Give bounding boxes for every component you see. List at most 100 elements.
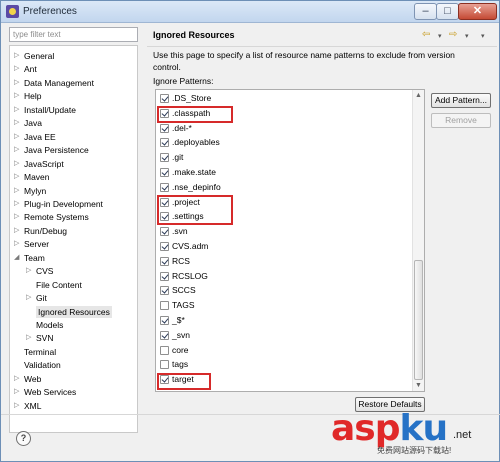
pattern-checkbox[interactable]: [160, 212, 169, 222]
tree-item[interactable]: ▷ Help: [14, 90, 41, 102]
tree-item-label: Models: [36, 320, 64, 330]
maximize-button[interactable]: □: [436, 3, 459, 20]
tree-item[interactable]: File Content: [36, 279, 82, 291]
tree-item-label: Web: [24, 373, 42, 384]
tree-item[interactable]: ▷ Plug-in Development: [14, 198, 103, 210]
scroll-down-icon[interactable]: ▼: [415, 382, 422, 389]
watermark-brand-red: asp: [331, 408, 400, 449]
pattern-checkbox[interactable]: [160, 108, 169, 118]
tree-item[interactable]: ▷ JavaScript: [14, 158, 64, 170]
tree-item[interactable]: ▷ Ant: [14, 63, 37, 75]
tree-item-label: Team: [24, 252, 45, 263]
tree-item-label: SVN: [36, 333, 54, 344]
pattern-checkbox[interactable]: [160, 168, 169, 177]
pattern-checkbox[interactable]: [160, 256, 169, 266]
pattern-checkbox[interactable]: [160, 316, 169, 325]
collapsed-arrow-icon[interactable]: ▷: [26, 332, 34, 344]
tree-item[interactable]: ▷ Maven: [14, 171, 50, 183]
close-button[interactable]: ✕: [458, 3, 497, 20]
tree-item[interactable]: ▷ Install/Update: [14, 104, 76, 116]
minimize-button[interactable]: –: [414, 3, 437, 20]
tree-item[interactable]: ▷ General: [14, 50, 54, 62]
pattern-checkbox[interactable]: [160, 330, 169, 340]
tree-item[interactable]: Models: [36, 319, 63, 331]
scroll-up-icon[interactable]: ▲: [415, 92, 422, 99]
add-pattern-button[interactable]: Add Pattern...: [431, 93, 491, 108]
forward-arrow-icon[interactable]: ⇨: [449, 29, 457, 41]
tree-item[interactable]: ▷ Mylyn: [14, 185, 46, 197]
pattern-label: .deployables: [172, 137, 220, 148]
aspku-watermark-logo: aspku: [331, 408, 448, 449]
forward-menu-chevron-icon[interactable]: ▾: [465, 31, 469, 43]
ignore-patterns-list[interactable]: ▲ ▼ .DS_Store .classpath .del-* .deployable…: [155, 89, 425, 392]
tree-item[interactable]: ◢ Team: [14, 252, 45, 264]
pattern-checkbox[interactable]: [160, 271, 169, 281]
pattern-checkbox[interactable]: [160, 227, 169, 237]
collapsed-arrow-icon[interactable]: ▷: [14, 211, 22, 223]
collapsed-arrow-icon[interactable]: ▷: [14, 373, 22, 385]
tree-item[interactable]: ▷ Remote Systems: [14, 211, 89, 223]
pattern-label: RCS: [172, 255, 190, 266]
tree-item[interactable]: ▷ SVN: [26, 332, 54, 344]
pattern-checkbox[interactable]: [160, 94, 169, 103]
pattern-checkbox[interactable]: [160, 153, 169, 163]
pattern-checkbox[interactable]: [160, 301, 169, 311]
collapsed-arrow-icon[interactable]: ▷: [14, 185, 22, 197]
pattern-checkbox[interactable]: [160, 360, 169, 370]
patterns-scrollbar[interactable]: ▲ ▼: [412, 90, 424, 391]
tree-item[interactable]: ▷ Data Management: [14, 77, 94, 89]
ignore-patterns-label: Ignore Patterns:: [153, 76, 214, 86]
tree-item[interactable]: ▷ Java: [14, 117, 42, 129]
tree-item[interactable]: ▷ Run/Debug: [14, 225, 67, 237]
collapsed-arrow-icon[interactable]: ▷: [14, 386, 22, 398]
tree-item[interactable]: Validation: [24, 359, 61, 371]
collapsed-arrow-icon[interactable]: ▷: [14, 90, 22, 102]
pattern-checkbox[interactable]: [160, 197, 169, 207]
collapsed-arrow-icon[interactable]: ▷: [14, 198, 22, 210]
filter-input[interactable]: [9, 27, 138, 42]
pattern-checkbox[interactable]: [160, 182, 169, 192]
tree-item[interactable]: Terminal: [24, 346, 56, 358]
watermark-suffix: .net: [453, 429, 472, 441]
pattern-checkbox[interactable]: [160, 123, 169, 133]
collapsed-arrow-icon[interactable]: ▷: [26, 265, 34, 277]
tree-item[interactable]: ▷ Java EE: [14, 131, 56, 143]
pattern-checkbox[interactable]: [160, 242, 169, 251]
collapsed-arrow-icon[interactable]: ▷: [14, 104, 22, 116]
tree-item[interactable]: ▷ Java Persistence: [14, 144, 89, 156]
remove-button[interactable]: Remove: [431, 113, 491, 128]
view-menu-icon[interactable]: ▾: [481, 31, 485, 43]
tree-item[interactable]: ▷ Git: [26, 292, 47, 304]
collapsed-arrow-icon[interactable]: ▷: [14, 144, 22, 156]
tree-item[interactable]: Ignored Resources: [36, 305, 112, 318]
collapsed-arrow-icon[interactable]: ▷: [14, 63, 22, 75]
collapsed-arrow-icon[interactable]: ▷: [14, 400, 22, 412]
collapsed-arrow-icon[interactable]: ▷: [14, 225, 22, 237]
pattern-label: SCCS: [172, 285, 196, 296]
tree-item[interactable]: ▷ Web Services: [14, 386, 76, 398]
collapsed-arrow-icon[interactable]: ▷: [14, 50, 22, 62]
scroll-thumb[interactable]: [414, 260, 423, 380]
pattern-checkbox[interactable]: [160, 375, 169, 385]
expanded-arrow-icon[interactable]: ◢: [14, 252, 22, 264]
pattern-label: TAGS: [172, 300, 195, 311]
tree-item[interactable]: ▷ XML: [14, 400, 41, 412]
tree-item[interactable]: ▷ Server: [14, 238, 49, 250]
pattern-label: .project: [172, 196, 200, 207]
collapsed-arrow-icon[interactable]: ▷: [14, 117, 22, 129]
tree-item[interactable]: ▷ Web: [14, 373, 42, 385]
collapsed-arrow-icon[interactable]: ▷: [14, 131, 22, 143]
collapsed-arrow-icon[interactable]: ▷: [14, 158, 22, 170]
help-icon[interactable]: ?: [16, 431, 31, 446]
back-menu-chevron-icon[interactable]: ▾: [438, 31, 442, 43]
pattern-checkbox[interactable]: [160, 138, 169, 148]
collapsed-arrow-icon[interactable]: ▷: [14, 171, 22, 183]
tree-item-label: Java: [24, 118, 42, 129]
collapsed-arrow-icon[interactable]: ▷: [26, 292, 34, 304]
pattern-checkbox[interactable]: [160, 345, 169, 355]
back-arrow-icon[interactable]: ⇦: [422, 29, 430, 41]
collapsed-arrow-icon[interactable]: ▷: [14, 77, 22, 89]
collapsed-arrow-icon[interactable]: ▷: [14, 238, 22, 250]
tree-item[interactable]: ▷ CVS: [26, 265, 53, 277]
pattern-checkbox[interactable]: [160, 286, 169, 296]
